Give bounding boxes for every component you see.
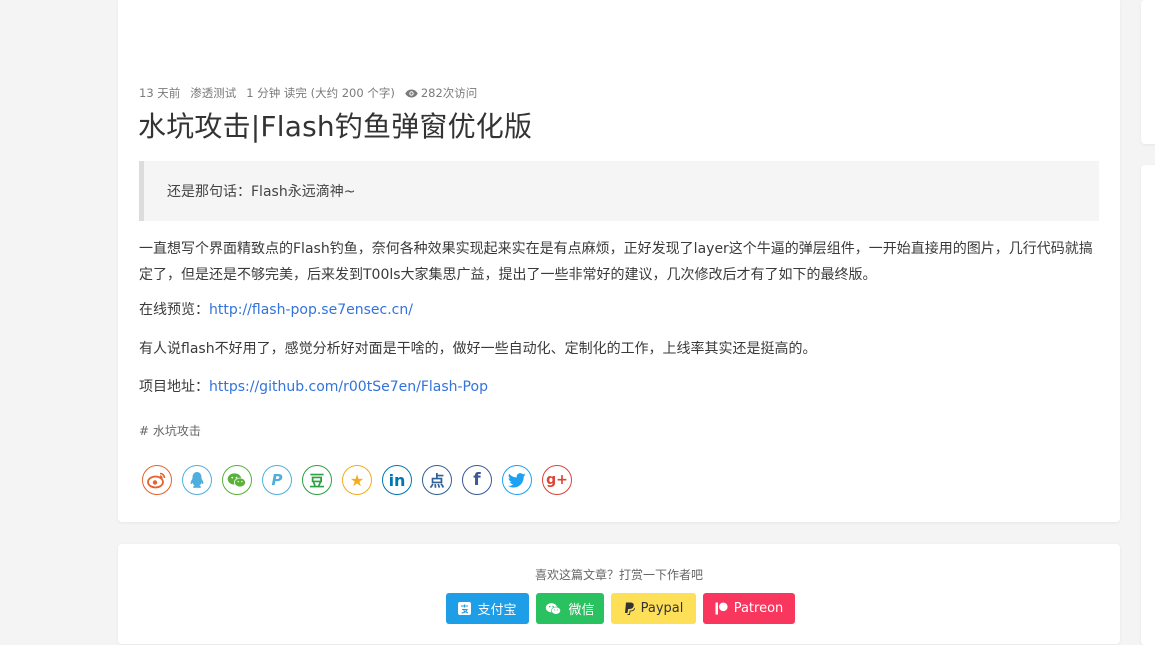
eye-icon: [405, 89, 418, 97]
preview-link[interactable]: http://flash-pop.se7ensec.cn/: [209, 302, 413, 318]
post-date: 13 天前: [139, 86, 181, 100]
alipay-button[interactable]: 支付宝: [446, 593, 529, 624]
share-weibo-button[interactable]: [142, 465, 172, 495]
wechat-pay-icon: [545, 602, 562, 616]
article-meta: 13 天前 渗透测试 1 分钟 读完 (大约 200 个字) 282次访问: [139, 85, 477, 101]
linkedin-icon: in: [388, 470, 406, 490]
reward-buttons: 支付宝 微信 Paypal Patreon: [446, 593, 795, 624]
share-qzone-button[interactable]: ★: [342, 465, 372, 495]
preview-label: 在线预览：: [139, 302, 209, 318]
tencent-weibo-icon: P: [271, 471, 283, 489]
douban-icon: 豆: [309, 471, 325, 490]
project-link[interactable]: https://github.com/r00tSe7en/Flash-Pop: [209, 379, 488, 395]
quote-text: 还是那句话：Flash永远滴神~: [167, 184, 356, 200]
alipay-icon: [458, 602, 472, 615]
sidebar-card: [1141, 0, 1155, 144]
share-twitter-button[interactable]: [502, 465, 532, 495]
wechat-pay-button[interactable]: 微信: [536, 593, 604, 624]
wechat-icon: [227, 472, 246, 487]
view-count: 282次访问: [405, 85, 477, 101]
paypal-icon: [624, 602, 635, 615]
preview-paragraph: 在线预览：http://flash-pop.se7ensec.cn/: [139, 297, 1099, 323]
share-wechat-button[interactable]: [222, 465, 252, 495]
article-paragraph: 一直想写个界面精致点的Flash钓鱼，奈何各种效果实现起来实在是有点麻烦，正好发…: [139, 241, 1093, 283]
facebook-icon: f: [473, 470, 481, 490]
share-diandian-button[interactable]: 点: [422, 465, 452, 495]
read-time: 1 分钟 读完 (大约 200 个字): [246, 86, 395, 100]
qzone-icon: ★: [349, 470, 365, 490]
qq-icon: [190, 472, 204, 488]
article-tag[interactable]: # 水坑攻击: [139, 422, 201, 439]
article-title: 水坑攻击|Flash钓鱼弹窗优化版: [138, 110, 533, 143]
project-label: 项目地址：: [139, 379, 209, 395]
sidebar-card: [1141, 165, 1155, 645]
share-qq-button[interactable]: [182, 465, 212, 495]
diandian-icon: 点: [429, 471, 445, 490]
share-tencent-weibo-button[interactable]: P: [262, 465, 292, 495]
patreon-icon: [715, 602, 728, 615]
share-bar: P 豆 ★ in 点 f g+: [142, 465, 582, 495]
article-paragraph: 有人说flash不好用了，感觉分析好对面是干啥的，做好一些自动化、定制化的工作，…: [139, 341, 817, 357]
twitter-icon: [508, 472, 526, 487]
post-category[interactable]: 渗透测试: [190, 85, 236, 101]
weibo-icon: [147, 472, 166, 489]
share-facebook-button[interactable]: f: [462, 465, 492, 495]
paypal-button[interactable]: Paypal: [611, 593, 696, 624]
reward-prompt: 喜欢这篇文章？打赏一下作者吧: [534, 568, 703, 582]
project-paragraph: 项目地址：https://github.com/r00tSe7en/Flash-…: [139, 374, 1099, 400]
patreon-button[interactable]: Patreon: [703, 593, 795, 624]
share-douban-button[interactable]: 豆: [302, 465, 332, 495]
share-google-plus-button[interactable]: g+: [542, 465, 572, 495]
article-blockquote: 还是那句话：Flash永远滴神~: [139, 161, 1099, 221]
google-plus-icon: g+: [546, 472, 568, 488]
share-linkedin-button[interactable]: in: [382, 465, 412, 495]
